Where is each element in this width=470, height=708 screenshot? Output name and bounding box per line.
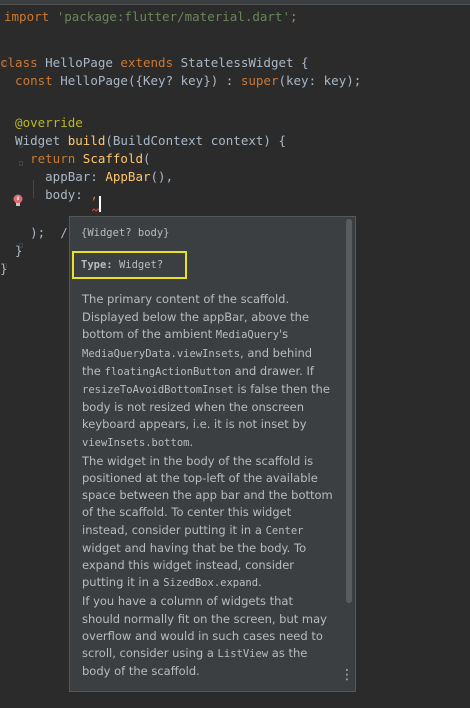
code-token: return <box>0 151 83 166</box>
code-line: body: , <box>0 186 98 204</box>
doc-body: The primary content of the scaffold. Disp… <box>82 291 334 681</box>
code-token: ; <box>289 9 298 24</box>
code-token: const <box>0 73 61 88</box>
text-cursor <box>99 196 101 212</box>
code-token: (), <box>150 169 174 184</box>
code-token: @override <box>0 115 83 130</box>
code-token: super <box>240 73 279 88</box>
doc-paragraph: Displayed below the appBar, above the bo… <box>82 309 334 452</box>
code-token: ( <box>143 151 151 166</box>
doc-code-ref: floatingActionButton <box>104 365 231 378</box>
code-line: Widget build(BuildContext context) { <box>0 132 286 150</box>
code-token: build <box>67 133 106 148</box>
code-token: 'package:flutter/material.dart' <box>56 9 290 24</box>
code-line: appBar: AppBar(), <box>0 168 173 186</box>
doc-paragraph: The widget in the body of the scaffold i… <box>82 453 334 593</box>
type-value: Widget? <box>118 259 164 271</box>
code-token: AppBar <box>105 169 151 184</box>
code-token: body: <box>0 187 91 202</box>
code-line: class HelloPage extends StatelessWidget … <box>0 54 309 72</box>
doc-text: The primary content of the scaffold. <box>82 292 290 306</box>
code-line: ); / <box>0 224 68 242</box>
doc-code-ref: viewInsets.bottom <box>82 436 190 449</box>
doc-code-ref: Center <box>265 524 304 537</box>
code-line: } <box>0 242 23 260</box>
code-token: appBar: <box>0 169 106 184</box>
popup-scrollbar[interactable] <box>346 219 352 603</box>
code-token: Widget <box>0 133 68 148</box>
code-token: extends <box>120 55 181 70</box>
doc-paragraph: The primary content of the scaffold. <box>82 291 334 308</box>
code-token: (key: key); <box>278 73 362 88</box>
doc-text: . <box>258 575 262 590</box>
code-token: } <box>0 243 23 258</box>
param-signature: {Widget? body} <box>81 227 170 239</box>
code-line: import 'package:flutter/material.dart'; <box>4 8 298 26</box>
code-token: class <box>0 55 46 70</box>
code-line: const HelloPage({Key? key}) : super(key:… <box>0 72 361 90</box>
doc-text: . <box>189 434 194 449</box>
code-line: return Scaffold( <box>0 150 151 168</box>
code-line: } <box>0 260 8 278</box>
code-token: Scaffold <box>82 151 144 166</box>
code-token: , <box>90 187 98 202</box>
code-token: StatelessWidget { <box>180 55 309 70</box>
code-token: (BuildContext context) { <box>105 133 286 148</box>
doc-text: 's <box>279 327 289 342</box>
more-options-icon[interactable]: ⋮ <box>340 667 354 683</box>
code-token: HelloPage({Key? key}) : <box>60 73 241 88</box>
doc-paragraph: If you have a column of widgets that sho… <box>82 593 334 680</box>
code-token: } <box>0 261 8 276</box>
code-token: import <box>4 9 57 24</box>
code-token: ); / <box>0 225 68 240</box>
doc-code-ref: MediaQuery <box>215 329 280 342</box>
doc-text: and drawer. If <box>230 363 314 378</box>
doc-code-ref: SizedBox.expand <box>163 577 259 590</box>
type-label: Type: <box>81 259 113 271</box>
doc-code-ref: resizeToAvoidBottomInset <box>82 384 234 397</box>
doc-code-ref: ListView <box>217 648 269 661</box>
code-line: @override <box>0 114 83 132</box>
type-line: Type: Widget? <box>81 259 163 271</box>
documentation-popup[interactable]: {Widget? body} Type: Widget? The primary… <box>69 216 356 692</box>
doc-code-ref: MediaQueryData.viewInsets <box>82 347 241 360</box>
code-token: HelloPage <box>45 55 121 70</box>
